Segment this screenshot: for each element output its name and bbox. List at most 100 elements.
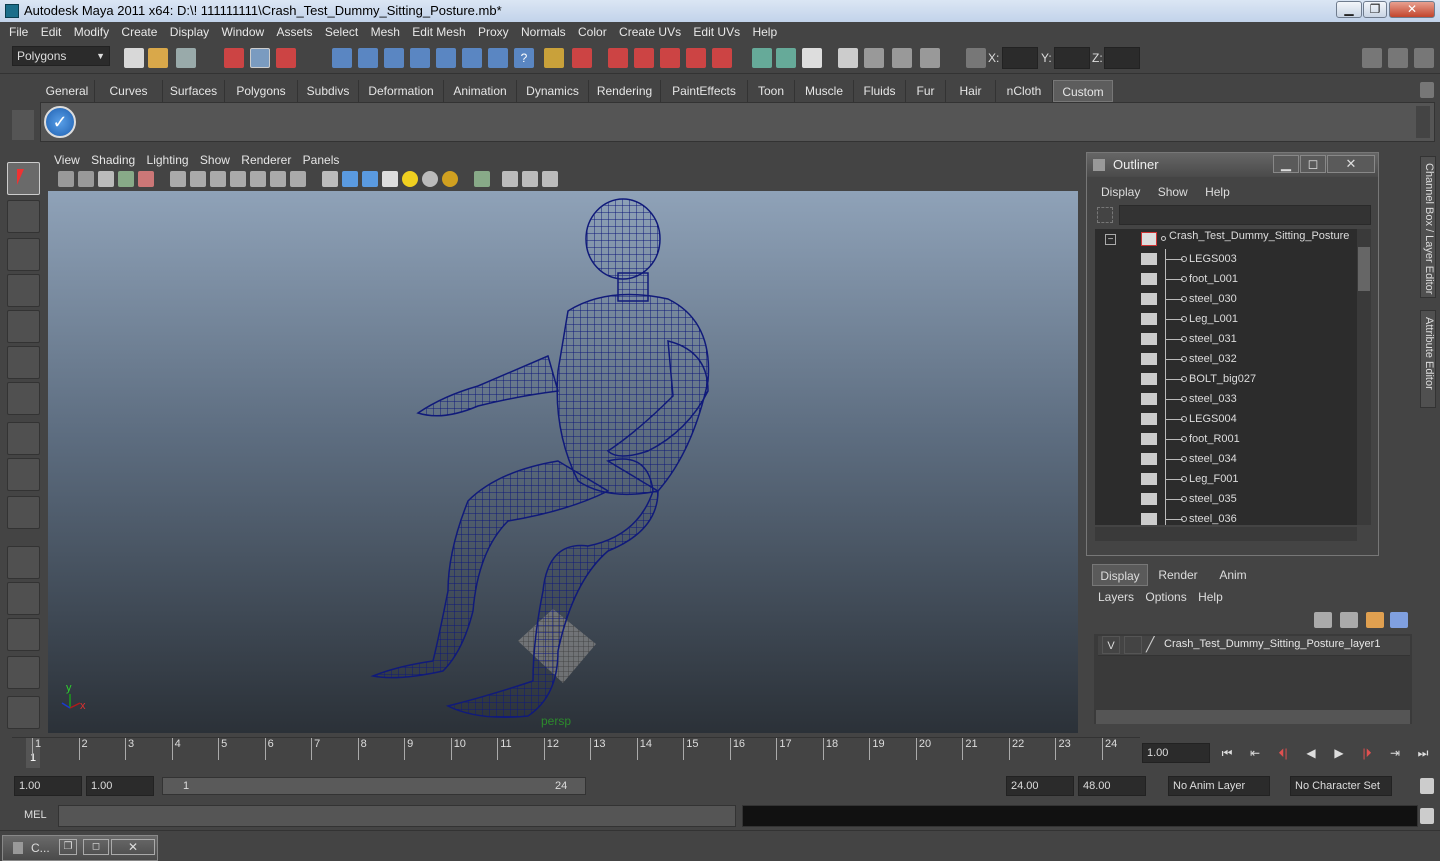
render-sequence-icon[interactable] [838,48,858,68]
playback-end-field[interactable]: 24.00 [1006,776,1074,796]
vscroll-thumb[interactable] [1358,247,1370,291]
gate-mask-icon[interactable] [230,171,246,187]
hud-icon[interactable] [542,171,558,187]
construction-history-icon[interactable] [660,48,680,68]
mel-label[interactable]: MEL [24,809,47,821]
move-tool-icon[interactable] [7,274,40,307]
menu-proxy[interactable]: Proxy [478,25,509,39]
vp-menu-view[interactable]: View [54,153,80,167]
layer-tab-anim[interactable]: Anim [1208,564,1258,586]
lock-icon[interactable] [544,48,564,68]
maximize-button[interactable]: ❐ [1363,1,1387,18]
menu-edit[interactable]: Edit [41,25,62,39]
menu-set-dropdown[interactable]: Polygons ▼ [12,46,110,66]
menu-edit-uvs[interactable]: Edit UVs [693,25,740,39]
menu-edit-mesh[interactable]: Edit Mesh [412,25,465,39]
y-field[interactable] [1054,47,1090,69]
tab-polygons[interactable]: Polygons [225,80,298,102]
toggle-attribute-editor-icon[interactable] [1388,48,1408,68]
input-ops-icon[interactable] [608,48,628,68]
move-layer-up-icon[interactable] [1314,612,1332,628]
snap-view-icon[interactable] [488,48,508,68]
hotbox-icon[interactable] [7,696,40,729]
tab-attribute-editor[interactable]: Attribute Editor [1420,310,1436,408]
time-slider[interactable]: 1 1 2 3 4 5 6 7 8 9 10 11 12 13 14 15 16 17 18 19 20 21 22 23 2… [12,737,1140,768]
menu-create[interactable]: Create [121,25,157,39]
minimized-window[interactable]: C... ❐ ◻ ✕ [2,835,158,861]
layer-menu-layers[interactable]: Layers [1098,590,1134,604]
minimize-button[interactable]: ▁ [1336,1,1362,18]
layer-row[interactable]: V ╱ Crash_Test_Dummy_Sitting_Posture_lay… [1098,636,1410,656]
last-tool-icon[interactable] [7,496,40,529]
vp-menu-lighting[interactable]: Lighting [147,153,189,167]
play-forwards-button[interactable]: ▶ [1328,742,1350,764]
shelf-menu-icon[interactable] [12,110,34,140]
tab-muscle[interactable]: Muscle [795,80,854,102]
new-layer-selected-icon[interactable] [1390,612,1408,628]
clapper-icon[interactable] [864,48,884,68]
outliner-search-input[interactable] [1119,205,1371,225]
tab-ncloth[interactable]: nCloth [996,80,1053,102]
step-forward-frame-button[interactable]: |⏵ [1356,742,1378,764]
outliner-hscrollbar[interactable] [1095,527,1357,541]
image-plane-icon[interactable] [118,171,134,187]
four-view-layout-icon[interactable] [7,582,40,615]
xray-joints-icon[interactable] [522,171,538,187]
outliner-item[interactable]: steel_034 [1095,449,1325,469]
toggle-channel-box-icon[interactable] [1362,48,1382,68]
tab-toon[interactable]: Toon [748,80,795,102]
layer-hscrollbar[interactable] [1096,710,1410,724]
batch-render-icon[interactable] [892,48,912,68]
render-frame-icon[interactable] [712,48,732,68]
grid-icon[interactable] [170,171,186,187]
shadows-icon[interactable] [442,171,458,187]
new-scene-icon[interactable] [124,48,144,68]
soft-mod-tool-icon[interactable] [7,422,40,455]
layer-playback-toggle[interactable] [1124,636,1142,654]
help-icon[interactable]: ? [514,48,534,68]
tab-deformation[interactable]: Deformation [359,80,444,102]
vp-menu-panels[interactable]: Panels [303,153,340,167]
universal-manipulator-icon[interactable] [7,382,40,415]
outliner-item[interactable]: foot_L001 [1095,269,1325,289]
lasso-tool-icon[interactable] [7,200,40,233]
outliner-item[interactable]: steel_032 [1095,349,1325,369]
menu-file[interactable]: File [9,25,28,39]
outliner-menu-display[interactable]: Display [1101,185,1140,199]
menu-mesh[interactable]: Mesh [371,25,400,39]
bookmark-icon[interactable] [98,171,114,187]
go-to-start-button[interactable]: ⏮ [1216,742,1238,764]
x-field[interactable] [1002,47,1038,69]
layer-tab-display[interactable]: Display [1092,564,1148,586]
collapse-toggle[interactable]: − [1105,234,1116,245]
step-back-frame-button[interactable]: ⏴| [1272,742,1294,764]
tab-painteffects[interactable]: PaintEffects [661,80,748,102]
perspective-viewport[interactable]: persp y x [48,191,1078,733]
tab-fluids[interactable]: Fluids [854,80,906,102]
close-button[interactable]: ✕ [1389,1,1435,18]
film-gate-icon[interactable] [190,171,206,187]
menu-display[interactable]: Display [170,25,209,39]
outliner-item[interactable]: steel_035 [1095,489,1325,509]
outliner-item[interactable]: steel_030 [1095,289,1325,309]
snap-plane-icon[interactable] [410,48,430,68]
menu-window[interactable]: Window [221,25,264,39]
trash-icon[interactable] [1420,82,1434,98]
snap-grid-icon[interactable] [332,48,352,68]
outliner-close-button[interactable]: ✕ [1327,155,1375,173]
outliner-item[interactable]: LEGS003 [1095,249,1325,269]
tab-curves[interactable]: Curves [95,80,163,102]
menu-help[interactable]: Help [752,25,777,39]
restore-icon[interactable]: ❐ [59,839,77,855]
render-view-icon[interactable] [686,48,706,68]
snap-curve-icon[interactable] [358,48,378,68]
tab-hair[interactable]: Hair [946,80,996,102]
safe-title-icon[interactable] [290,171,306,187]
select-hierarchy-icon[interactable] [224,48,244,68]
tab-custom[interactable]: Custom [1053,80,1113,102]
toggle-tool-settings-icon[interactable] [1414,48,1434,68]
textured-icon[interactable] [382,171,398,187]
tab-surfaces[interactable]: Surfaces [163,80,225,102]
checkmark-shelf-button[interactable]: ✓ [44,106,76,138]
ipr-render-icon[interactable] [752,48,772,68]
